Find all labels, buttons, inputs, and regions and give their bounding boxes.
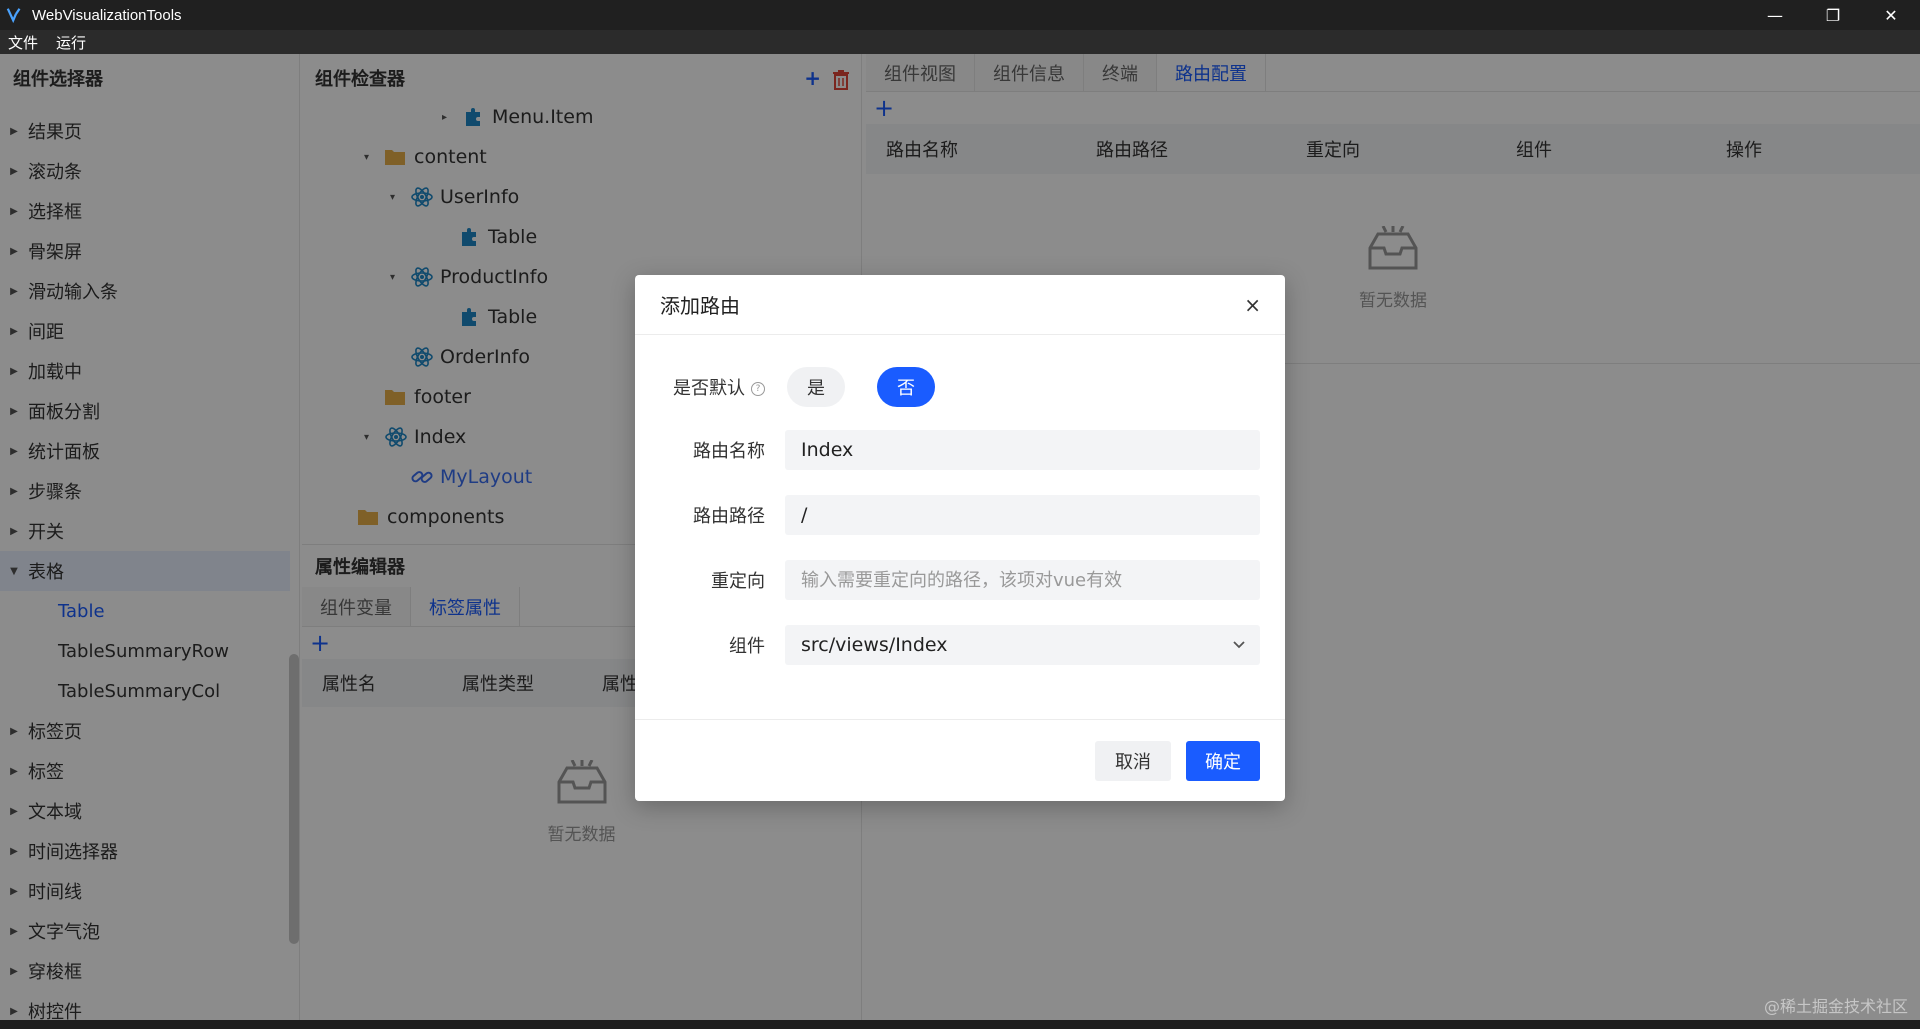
default-label-text: 是否默认 bbox=[673, 378, 745, 399]
route-path-input[interactable] bbox=[785, 495, 1260, 535]
minimize-button[interactable]: — bbox=[1746, 0, 1804, 30]
route-path-row: 路由路径 bbox=[635, 495, 1285, 535]
menu-bar: 文件 运行 bbox=[0, 30, 1920, 54]
watermark: @稀土掘金技术社区 bbox=[1763, 997, 1908, 1016]
window-title: WebVisualizationTools bbox=[32, 6, 182, 24]
component-select[interactable]: src/views/Index bbox=[785, 625, 1260, 665]
dialog-close-icon[interactable]: × bbox=[1244, 293, 1261, 317]
dialog-header: 添加路由 × bbox=[635, 275, 1285, 335]
close-window-button[interactable]: ✕ bbox=[1862, 0, 1920, 30]
redirect-row: 重定向 bbox=[635, 560, 1285, 600]
component-label: 组件 bbox=[729, 636, 765, 657]
route-name-row: 路由名称 bbox=[635, 430, 1285, 470]
route-path-label: 路由路径 bbox=[693, 506, 765, 527]
app-logo-icon bbox=[6, 8, 21, 24]
restore-button[interactable]: ❐ bbox=[1804, 0, 1862, 30]
dialog-footer: 取消 确定 bbox=[635, 719, 1285, 801]
menu-run[interactable]: 运行 bbox=[56, 32, 86, 53]
route-name-label: 路由名称 bbox=[693, 441, 765, 462]
route-name-input[interactable] bbox=[785, 430, 1260, 470]
chevron-down-icon bbox=[1233, 641, 1245, 649]
default-yes-option[interactable]: 是 bbox=[787, 367, 845, 407]
default-no-option[interactable]: 否 bbox=[877, 367, 935, 407]
title-bar: WebVisualizationTools — ❐ ✕ bbox=[0, 0, 1920, 30]
redirect-label: 重定向 bbox=[711, 571, 765, 592]
taskbar-strip bbox=[0, 1020, 1920, 1029]
help-icon[interactable]: ? bbox=[751, 382, 765, 396]
menu-file[interactable]: 文件 bbox=[8, 32, 38, 53]
component-select-value: src/views/Index bbox=[801, 634, 948, 656]
component-row: 组件 src/views/Index bbox=[635, 625, 1285, 665]
redirect-input[interactable] bbox=[785, 560, 1260, 600]
add-route-dialog: 添加路由 × 是否默认? 是 否 路由名称 路由路径 重定向 组件 src/vi… bbox=[635, 275, 1285, 801]
cancel-button[interactable]: 取消 bbox=[1095, 741, 1171, 781]
default-row: 是否默认? 是 否 bbox=[635, 365, 1285, 409]
dialog-title: 添加路由 bbox=[660, 294, 740, 318]
default-label: 是否默认? bbox=[635, 374, 765, 400]
confirm-button[interactable]: 确定 bbox=[1186, 741, 1260, 781]
